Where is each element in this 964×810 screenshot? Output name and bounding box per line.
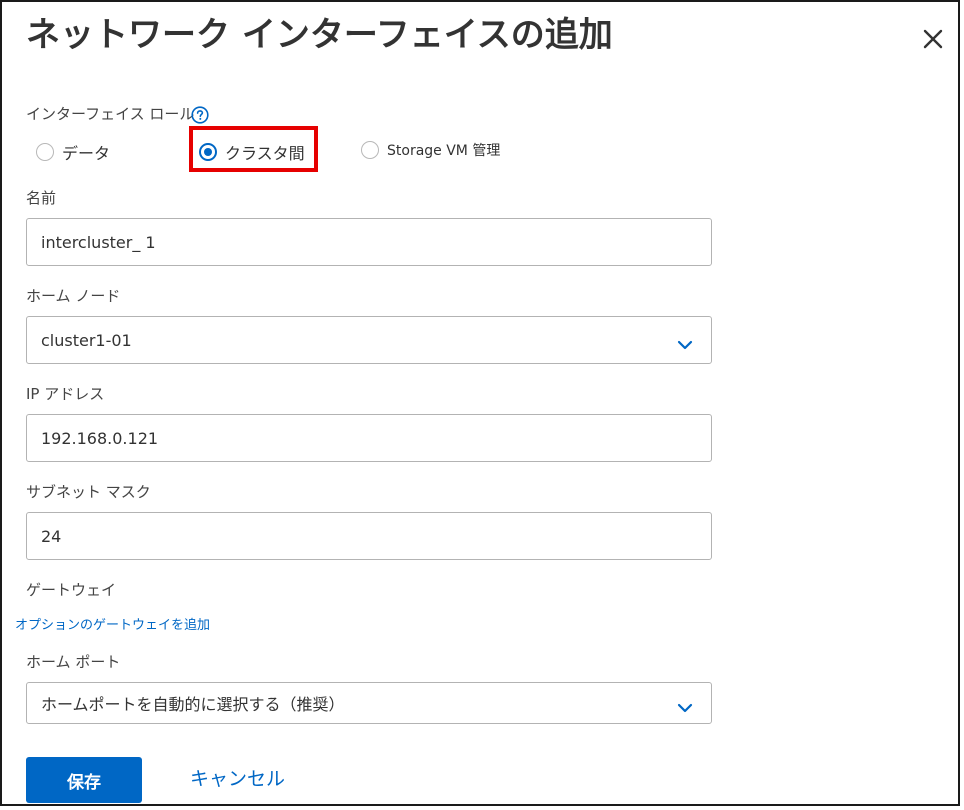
home-port-select[interactable]: ホームポートを自動的に選択する（推奨） bbox=[26, 682, 712, 724]
radio-circle bbox=[361, 141, 379, 159]
add-gateway-link[interactable]: オプションのゲートウェイを追加 bbox=[15, 616, 210, 636]
name-input[interactable]: intercluster_ 1 bbox=[26, 218, 712, 266]
radio-data[interactable]: データ bbox=[36, 140, 110, 164]
home-node-select[interactable]: cluster1-01 bbox=[26, 316, 712, 364]
interface-role-label: インターフェイス ロール bbox=[26, 105, 195, 123]
subnet-mask-input[interactable]: 24 bbox=[26, 512, 712, 560]
home-node-value: cluster1-01 bbox=[41, 330, 132, 350]
ip-address-input[interactable]: 192.168.0.121 bbox=[26, 414, 712, 462]
home-port-label: ホーム ポート bbox=[26, 653, 121, 671]
close-icon[interactable] bbox=[918, 24, 948, 54]
gateway-label: ゲートウェイ bbox=[26, 581, 117, 599]
radio-label-storage-vm: Storage VM 管理 bbox=[387, 143, 501, 159]
highlight-annotation-box bbox=[189, 126, 318, 172]
radio-label-data: データ bbox=[62, 144, 111, 163]
save-button[interactable]: 保存 bbox=[26, 757, 142, 803]
cancel-button[interactable]: キャンセル bbox=[190, 766, 285, 792]
radio-storage-vm-management[interactable]: Storage VM 管理 bbox=[361, 140, 500, 160]
dialog-title: ネットワーク インターフェイスの追加 bbox=[26, 15, 613, 55]
ip-address-label: IP アドレス bbox=[26, 385, 105, 403]
radio-circle bbox=[36, 143, 54, 161]
name-input-value: intercluster_ 1 bbox=[41, 232, 156, 252]
name-label: 名前 bbox=[26, 189, 57, 207]
help-circle-icon[interactable] bbox=[191, 106, 209, 124]
chevron-down-icon bbox=[677, 698, 693, 713]
subnet-mask-value: 24 bbox=[41, 526, 62, 546]
ip-address-value: 192.168.0.121 bbox=[41, 428, 159, 448]
add-network-interface-dialog: ネットワーク インターフェイスの追加 インターフェイス ロール データ クラスタ… bbox=[0, 0, 960, 806]
subnet-mask-label: サブネット マスク bbox=[26, 483, 151, 501]
home-port-value: ホームポートを自動的に選択する（推奨） bbox=[41, 695, 345, 714]
chevron-down-icon bbox=[677, 335, 693, 350]
home-node-label: ホーム ノード bbox=[26, 287, 121, 305]
